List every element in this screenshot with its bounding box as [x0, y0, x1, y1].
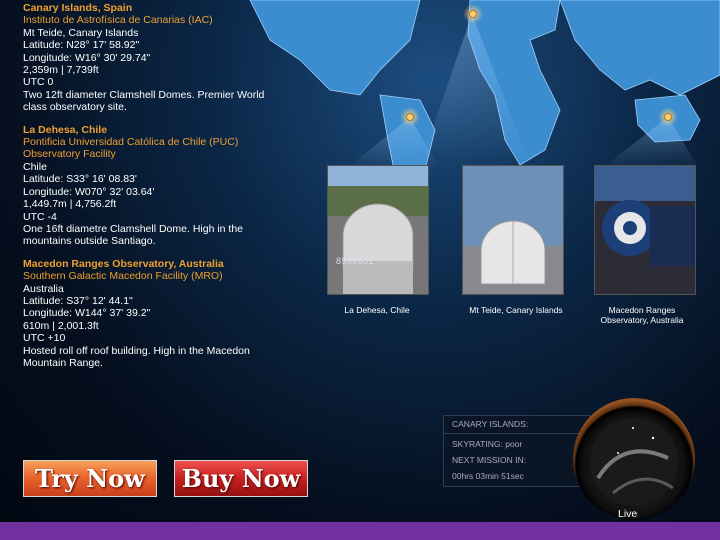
- status-site: CANARY ISLANDS:: [452, 419, 529, 429]
- site-description-cont: Mountain Range.: [23, 356, 103, 369]
- site-location: Australia: [23, 282, 64, 295]
- site-institute-cont: Observatory Facility: [23, 148, 116, 161]
- site-chile: La Dehesa, Chile Pontificia Universidad …: [23, 124, 323, 248]
- site-institute: Southern Galactic Macedon Facility (MRO): [23, 270, 223, 283]
- photo-macedon[interactable]: [594, 165, 696, 295]
- site-utc: UTC -4: [23, 210, 57, 223]
- caption-macedon: Macedon Ranges Observatory, Australia: [577, 305, 707, 325]
- site-title: Macedon Ranges Observatory, Australia: [23, 257, 224, 270]
- site-description: Hosted roll off roof building. High in t…: [23, 344, 250, 357]
- marker-australia[interactable]: [658, 107, 678, 127]
- site-elevation: 1,449.7m | 4,756.2ft: [23, 198, 117, 211]
- status-skyrating: SKYRATING: poor: [452, 439, 523, 449]
- site-description: One 16ft diametre Clamshell Dome. High i…: [23, 222, 244, 235]
- site-elevation: 610m | 2,001.3ft: [23, 319, 99, 332]
- site-utc: UTC +10: [23, 332, 66, 345]
- site-canary: Canary Islands, Spain Instituto de Astro…: [23, 2, 323, 114]
- status-countdown: 00hrs 03min 51sec: [452, 471, 524, 481]
- world-map-panel: Canary Islands, Spain Instituto de Astro…: [0, 0, 720, 522]
- live-label: Live: [618, 508, 638, 520]
- site-elevation: 2,359m | 7,739ft: [23, 64, 99, 77]
- marker-chile[interactable]: [400, 107, 420, 127]
- try-now-button[interactable]: Try Now: [23, 460, 157, 497]
- live-dome-view[interactable]: [573, 398, 695, 520]
- photo-mt-teide[interactable]: [462, 165, 564, 295]
- status-next-mission: NEXT MISSION IN:: [452, 455, 526, 465]
- caption-macedon-line2: Observatory, Australia: [600, 315, 684, 325]
- site-location: Chile: [23, 160, 47, 173]
- site-latitude: Latitude: S37° 12' 44.1": [23, 294, 133, 307]
- site-longitude: Longitude: W16° 30' 29.74": [23, 51, 151, 64]
- site-latitude: Latitude: S33° 16' 08.83': [23, 173, 137, 186]
- site-location: Mt Teide, Canary Islands: [23, 26, 139, 39]
- caption-mt-teide: Mt Teide, Canary Islands: [469, 305, 563, 315]
- caption-macedon-line1: Macedon Ranges: [608, 305, 676, 315]
- bottom-bar: [0, 522, 720, 540]
- site-institute: Instituto de Astrofísica de Canarias (IA…: [23, 14, 213, 27]
- photo-la-dehesa[interactable]: [327, 165, 429, 295]
- site-title: Canary Islands, Spain: [23, 2, 133, 14]
- site-longitude: Longitude: W144° 37' 39.2": [23, 307, 151, 320]
- site-description-cont: mountains outside Santiago.: [23, 235, 156, 248]
- site-description: Two 12ft diameter Clamshell Domes. Premi…: [23, 88, 265, 101]
- site-longitude: Longitude: W070° 32' 03.64': [23, 185, 155, 198]
- mission-status-panel: CANARY ISLANDS: SKYRATING: poor NEXT MIS…: [443, 415, 590, 487]
- site-title: La Dehesa, Chile: [23, 123, 108, 136]
- site-australia: Macedon Ranges Observatory, Australia So…: [23, 258, 323, 370]
- marker-canary[interactable]: [463, 4, 483, 24]
- caption-la-dehesa: La Dehesa, Chile: [344, 305, 410, 315]
- status-divider: [444, 433, 589, 434]
- buy-now-button[interactable]: Buy Now: [174, 460, 308, 497]
- image-size-label: 896x651: [336, 256, 375, 266]
- site-latitude: Latitude: N28° 17' 58.92": [23, 39, 140, 52]
- asia-landmass: [559, 0, 720, 96]
- site-institute: Pontificia Universidad Católica de Chile…: [23, 136, 239, 149]
- site-info-column: Canary Islands, Spain Instituto de Astro…: [23, 2, 323, 379]
- site-utc: UTC 0: [23, 76, 54, 89]
- site-description-cont: class observatory site.: [23, 101, 127, 114]
